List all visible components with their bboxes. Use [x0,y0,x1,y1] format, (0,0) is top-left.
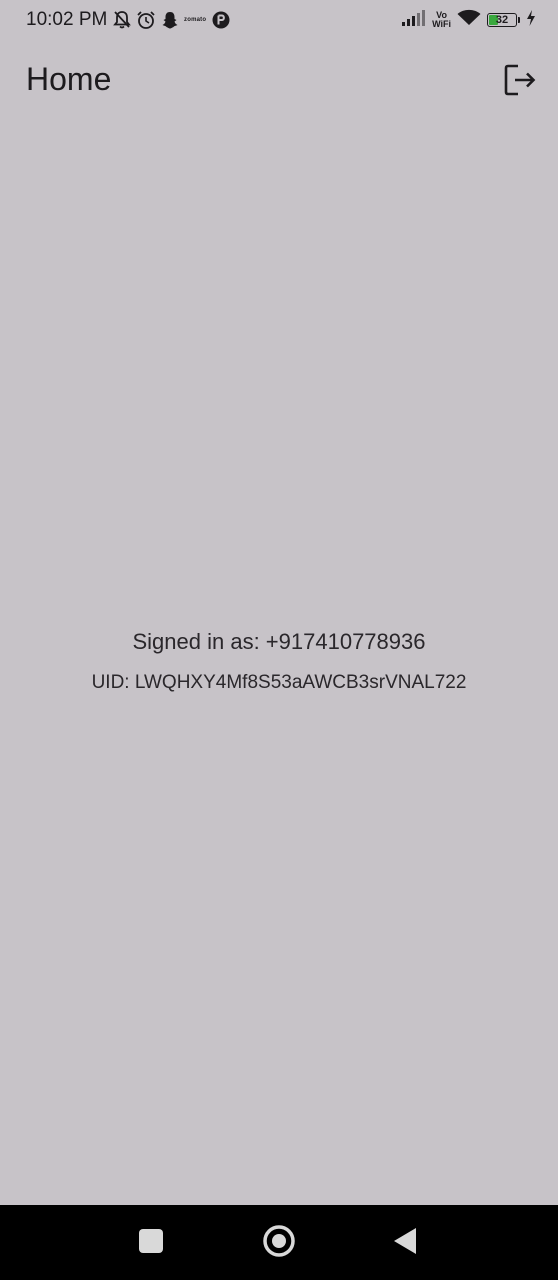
signed-in-info: Signed in as: +917410778936 UID: LWQHXY4… [0,620,558,698]
app-notification-icon [211,10,231,30]
wifi-icon [457,9,481,32]
logout-icon [502,62,538,103]
page-title: Home [26,61,112,97]
charging-bolt-icon [526,9,536,31]
battery-body: 32 [487,13,517,27]
bell-off-icon [113,10,131,30]
back-triangle-icon [392,1226,418,1261]
snapchat-icon [161,10,179,30]
vowifi-indicator: Vo WiFi [432,11,451,29]
app-bar: Home [0,44,558,116]
system-nav-bar [0,1205,558,1280]
status-notification-icons: zomato [113,9,231,31]
zomato-icon: zomato [184,17,207,23]
recents-button[interactable] [131,1223,171,1263]
status-time: 10:02 PM [26,9,108,30]
back-button[interactable] [385,1223,425,1263]
status-system-icons: Vo WiFi 32 [402,8,536,32]
status-bar: 10:02 PM zomato Vo WiFi 32 [0,0,558,44]
battery-icon: 32 [487,13,520,27]
alarm-icon [136,10,156,30]
signal-icon [402,9,426,31]
home-button[interactable] [259,1223,299,1263]
home-circle-icon [262,1224,296,1263]
recents-square-icon [138,1228,164,1259]
signed-in-text: Signed in as: +917410778936 [132,629,426,654]
logout-button[interactable] [500,62,540,102]
vowifi-bottom: WiFi [432,19,451,29]
battery-tip [518,17,520,23]
battery-level: 32 [495,13,509,26]
uid-text: UID: LWQHXY4Mf8S53aAWCB3srVNAL722 [91,672,467,693]
